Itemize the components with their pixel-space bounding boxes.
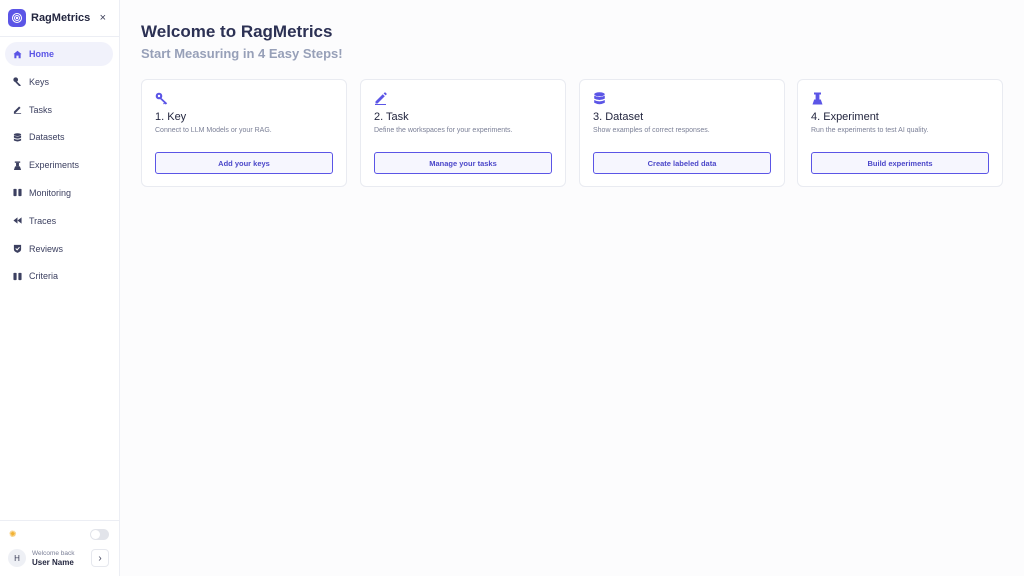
card-description: Connect to LLM Models or your RAG. <box>155 127 272 134</box>
ragmetrics-logo-icon[interactable] <box>8 9 26 27</box>
sidebar-item-home[interactable]: Home <box>5 42 113 66</box>
sidebar-item-label: Home <box>29 49 55 59</box>
sidebar-item-traces[interactable]: Traces <box>5 209 113 233</box>
sidebar-item-label: Criteria <box>29 271 59 282</box>
build-experiments-button[interactable]: Build experiments <box>811 152 989 174</box>
step-card-dataset: 3. Dataset Show examples of correct resp… <box>579 79 785 187</box>
welcome-back-label: Welcome back <box>32 550 75 557</box>
card-description: Run the experiments to test AI quality. <box>811 127 929 134</box>
brand-header: RagMetrics × <box>0 0 119 37</box>
create-labeled-data-button[interactable]: Create labeled data <box>593 152 771 174</box>
chevron-right-icon[interactable]: › <box>91 549 109 567</box>
add-keys-button[interactable]: Add your keys <box>155 152 333 174</box>
avatar[interactable]: H <box>8 549 26 567</box>
sidebar-item-tasks[interactable]: Tasks <box>5 98 113 122</box>
card-description: Show examples of correct responses. <box>593 127 710 134</box>
pencil-icon <box>374 92 387 105</box>
sidebar: RagMetrics × Home Keys Tasks Datasets Ex… <box>0 0 120 576</box>
sidebar-item-label: Keys <box>29 76 50 87</box>
sidebar-footer: ✺ H Welcome back User Name › <box>0 520 119 576</box>
key-icon <box>155 92 168 105</box>
sidebar-item-label: Tasks <box>29 104 53 115</box>
sidebar-item-label: Experiments <box>29 160 80 171</box>
sidebar-item-experiments[interactable]: Experiments <box>5 153 113 177</box>
check-shield-icon <box>12 244 22 254</box>
main-content: Welcome to RagMetrics Start Measuring in… <box>120 0 1024 576</box>
sidebar-nav: Home Keys Tasks Datasets Experiments Mon… <box>0 37 119 288</box>
user-info: Welcome back User Name <box>32 550 75 567</box>
card-title: 4. Experiment <box>811 111 879 123</box>
sidebar-item-label: Traces <box>29 215 57 226</box>
database-icon <box>12 132 22 142</box>
card-title: 2. Task <box>374 111 409 123</box>
card-title: 3. Dataset <box>593 111 644 123</box>
flask-icon <box>12 160 22 170</box>
home-icon <box>12 49 22 59</box>
sidebar-item-label: Monitoring <box>29 187 72 198</box>
sidebar-item-reviews[interactable]: Reviews <box>5 237 113 261</box>
page-title: Welcome to RagMetrics <box>141 22 333 41</box>
pencil-icon <box>12 105 22 115</box>
card-title: 1. Key <box>155 111 187 123</box>
columns-icon <box>12 271 22 281</box>
close-sidebar-icon[interactable]: × <box>100 12 106 24</box>
card-description: Define the workspaces for your experimen… <box>374 127 513 134</box>
sidebar-item-keys[interactable]: Keys <box>5 70 113 94</box>
monitor-icon <box>12 188 22 198</box>
theme-toggle[interactable] <box>90 529 109 540</box>
user-name: User Name <box>32 558 74 567</box>
step-card-key: 1. Key Connect to LLM Models or your RAG… <box>141 79 347 187</box>
rewind-icon <box>12 216 22 226</box>
flask-icon <box>811 92 824 105</box>
sun-icon: ✺ <box>9 529 17 539</box>
sidebar-item-label: Datasets <box>29 132 65 143</box>
sidebar-item-monitoring[interactable]: Monitoring <box>5 181 113 205</box>
step-card-task: 2. Task Define the workspaces for your e… <box>360 79 566 187</box>
sidebar-item-label: Reviews <box>29 243 64 254</box>
sidebar-item-datasets[interactable]: Datasets <box>5 125 113 149</box>
database-icon <box>593 92 606 105</box>
wrench-icon <box>12 77 22 87</box>
app-name: RagMetrics <box>31 12 91 24</box>
sidebar-item-criteria[interactable]: Criteria <box>5 264 113 288</box>
page-subtitle: Start Measuring in 4 Easy Steps! <box>141 46 343 61</box>
toggle-knob <box>91 530 100 539</box>
manage-tasks-button[interactable]: Manage your tasks <box>374 152 552 174</box>
step-card-experiment: 4. Experiment Run the experiments to tes… <box>797 79 1003 187</box>
